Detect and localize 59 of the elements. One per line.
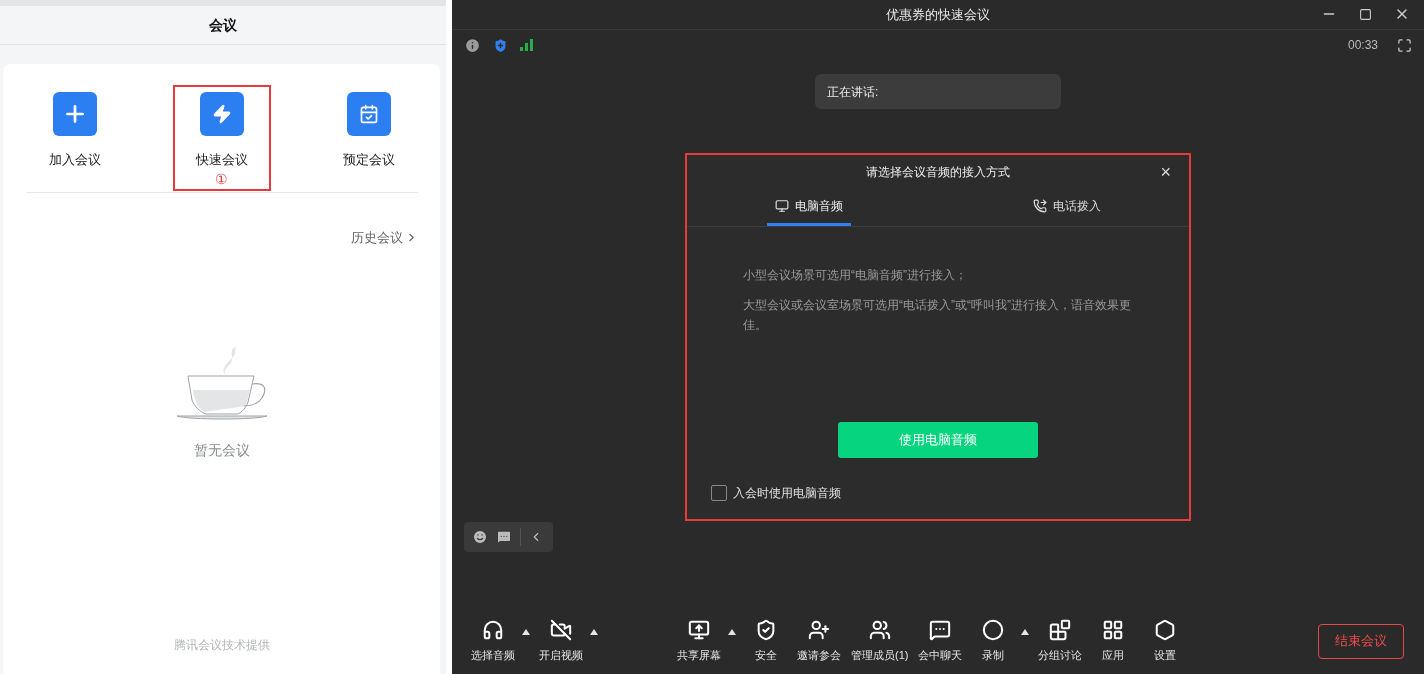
- toolbar-button[interactable]: 录制: [967, 618, 1020, 664]
- caret-icon[interactable]: [728, 629, 736, 635]
- emoji-icon[interactable]: [472, 529, 488, 545]
- empty-state-text: 暂无会议: [193, 440, 250, 460]
- lightning-icon: [199, 92, 244, 136]
- close-button[interactable]: ×: [1160, 163, 1171, 181]
- speaking-indicator: 正在讲话:: [815, 74, 1061, 109]
- settings-icon: [1154, 618, 1177, 641]
- toolbar-button[interactable]: 应用: [1087, 618, 1140, 664]
- toolbar-button[interactable]: 管理成员(1): [846, 618, 914, 664]
- info-icon[interactable]: [464, 36, 481, 54]
- headphones-icon: [482, 618, 504, 641]
- toolbar-button[interactable]: 会中聊天: [913, 618, 968, 664]
- toolbar-button[interactable]: 共享屏幕: [672, 618, 726, 664]
- toolbar-button[interactable]: 邀请参会: [792, 618, 846, 664]
- chat-icon: [929, 618, 952, 641]
- end-meeting-button[interactable]: 结束会议: [1318, 623, 1404, 659]
- toolbar-button[interactable]: 选择音频: [466, 618, 520, 664]
- signal-icon: [520, 39, 534, 51]
- checkbox-row[interactable]: 入会时使用电脑音频: [711, 484, 1189, 502]
- instruction-text: 大型会议或会议室场景可选用“电话拨入”或“呼叫我”进行接入，语音效果更佳。: [743, 297, 1131, 334]
- audio-tab[interactable]: 电话拨入: [1025, 189, 1109, 226]
- footer-text: 腾讯会议技术提供: [173, 637, 270, 654]
- toolbar-button[interactable]: 安全: [740, 618, 792, 664]
- calendar-check-icon: [346, 92, 391, 136]
- checkbox[interactable]: [711, 485, 727, 501]
- toolbar-button[interactable]: 设置: [1139, 618, 1192, 664]
- action-button[interactable]: 快速会议: [195, 92, 248, 170]
- history-link[interactable]: 历史会议: [350, 228, 418, 248]
- meeting-timer: 00:33: [1347, 37, 1378, 54]
- checkbox-label: 入会时使用电脑音频: [733, 485, 841, 502]
- caret-icon[interactable]: [522, 629, 530, 635]
- caret-icon[interactable]: [590, 629, 598, 635]
- plus-icon: [52, 92, 97, 136]
- panel-title: 会议: [209, 15, 237, 35]
- record-icon: [982, 618, 1005, 641]
- dialog-title: 请选择会议音频的接入方式: [866, 164, 1010, 181]
- toolbar-button[interactable]: 开启视频: [534, 618, 588, 664]
- window-title: 优惠券的快速会议: [886, 5, 990, 24]
- apps-icon: [1102, 618, 1125, 641]
- audio-tab[interactable]: 电脑音频: [767, 189, 851, 226]
- instruction-text: 小型会议场景可选用“电脑音频”进行接入；: [743, 267, 968, 284]
- shield-plus-icon[interactable]: [492, 36, 509, 54]
- shield-icon: [755, 618, 777, 641]
- action-button[interactable]: 加入会议: [48, 92, 101, 170]
- step-marker: ①: [215, 169, 228, 188]
- users-icon: [868, 618, 891, 641]
- caret-icon[interactable]: [1021, 629, 1030, 635]
- action-button[interactable]: 预定会议: [342, 92, 395, 170]
- phone-icon: [1033, 199, 1047, 213]
- fullscreen-icon[interactable]: [1397, 37, 1412, 53]
- blocks-icon: [1049, 618, 1072, 641]
- share-screen-icon: [688, 618, 710, 641]
- toolbar-button[interactable]: 分组讨论: [1033, 618, 1088, 664]
- video-off-icon: [550, 618, 572, 641]
- monitor-icon: [775, 199, 789, 213]
- add-user-icon: [808, 618, 830, 641]
- maximize-icon[interactable]: [1359, 7, 1372, 21]
- chat-bubble-icon[interactable]: [496, 529, 512, 545]
